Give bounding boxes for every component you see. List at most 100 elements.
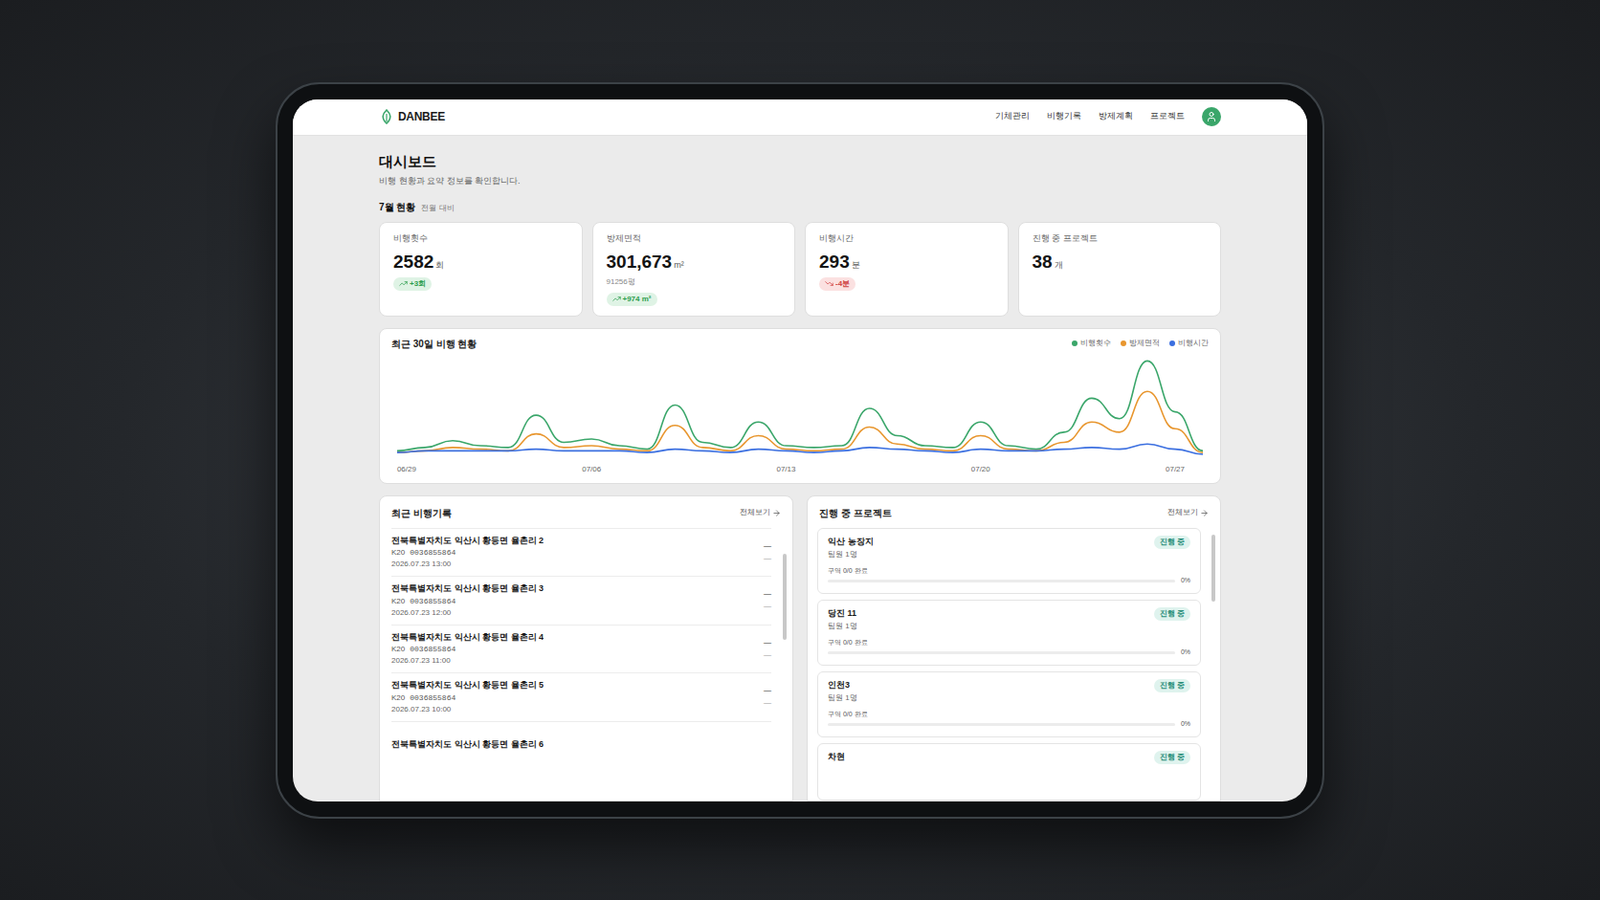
scrollbar-thumb[interactable] [1211,534,1216,602]
x-tick: 07/13 [777,464,797,473]
chart-panel: 최근 30일 비행 현황 비행횟수 방제면적 비행시간 06/29 07/06 07/13 0… [378,328,1222,485]
chart-title: 최근 30일 비행 현황 [391,336,477,352]
stat-value: 2582 [393,252,434,271]
avatar[interactable] [1201,107,1222,127]
x-tick: 07/20 [971,464,991,473]
stat-unit: m² [673,259,685,273]
project-percent: 0% [1180,576,1191,587]
record-place: 전북특별자치도 익산시 황등면 율촌리 2 [391,534,544,549]
record-device: K200036855864 [391,644,544,656]
project-card[interactable]: 차현 진행 중 [817,743,1201,801]
stat-label: 비행횟수 [393,232,569,246]
chart-line [397,360,1203,451]
project-members: 팀원 1명 [827,692,1191,705]
view-all-link[interactable]: 전체보기 [1167,507,1209,519]
legend-dot [1169,340,1176,347]
stat-card: 비행시간293분-4분 [804,222,1009,317]
logo[interactable]: DANBEE [378,108,445,126]
nav-item[interactable]: 프로젝트 [1150,110,1185,124]
record-device: K200036855864 [391,547,544,559]
legend-dot [1071,340,1078,347]
stat-cards: 비행횟수2582회+3회방제면적301,673m²91256평+974 m²비행… [378,222,1222,317]
project-card[interactable]: 당진 11진행 중팀원 1명구역 0/0 완료0% [817,600,1201,667]
trend-up-icon [399,279,408,289]
trend-down-icon [824,279,834,289]
status-badge: 진행 중 [1154,607,1191,622]
x-tick: 07/06 [581,464,601,473]
project-areas: 구역 0/0 완료 [827,710,1191,721]
chart-line [397,444,1203,455]
legend-dot [1120,340,1127,347]
project-members: 팀원 1명 [827,621,1191,633]
project-areas: 구역 0/0 완료 [827,638,1191,649]
record-row[interactable]: 전북특별자치도 익산시 황등면 율촌리 3K2000368558642026.0… [391,576,772,625]
project-name: 인천3 [827,679,850,693]
record-mark: — [763,649,772,662]
progress-track [827,579,1176,583]
leaf-icon [378,109,395,125]
legend-item[interactable]: 비행시간 [1169,337,1209,350]
record-row[interactable]: 전북특별자치도 익산시 황등면 율촌리 6 [391,721,772,770]
x-tick: 06/29 [397,464,417,473]
status-badge: 진행 중 [1154,751,1191,765]
nav-item[interactable]: 방제계획 [1098,110,1134,124]
record-row[interactable]: 전북특별자치도 익산시 황등면 율촌리 4K2000368558642026.0… [391,624,772,674]
x-tick: 07/27 [1165,464,1185,473]
stat-value: 301,673 [606,252,673,271]
legend-label: 비행시간 [1177,337,1209,350]
stat-value: 293 [819,252,850,271]
record-place: 전북특별자치도 익산시 황등면 율촌리 3 [391,582,544,597]
stat-label: 방제면적 [606,232,782,246]
project-percent: 0% [1180,719,1191,731]
nav-item[interactable]: 비행기록 [1046,110,1082,124]
stat-unit: 개 [1054,259,1064,273]
legend-item[interactable]: 비행횟수 [1071,337,1112,350]
panel-title: 최근 비행기록 [391,506,452,521]
stat-badge: +974 m² [606,292,658,307]
records-panel: 최근 비행기록전체보기전북특별자치도 익산시 황등면 율촌리 2K2000368… [378,495,794,802]
legend-item[interactable]: 방제면적 [1120,337,1160,350]
stat-label: 비행시간 [819,232,995,246]
record-mark: — [763,600,772,613]
nav-item[interactable]: 기체관리 [995,110,1030,124]
project-card[interactable]: 인천3 진행 중팀원 1명구역 0/0 완료0% [817,671,1201,738]
record-mark: — [763,540,772,553]
panel-title: 진행 중 프로젝트 [819,506,892,521]
stat-value: 38 [1032,252,1053,271]
project-areas: 구역 0/0 완료 [827,566,1191,578]
project-name: 차현 [827,751,845,765]
record-place: 전북특별자치도 익산시 황등면 율촌리 6 [391,738,544,753]
record-mark: — [763,637,772,649]
scrollbar-thumb[interactable] [782,554,787,641]
top-nav: DANBEE 기체관리 비행기록 방제계획 프로젝트 [292,99,1308,136]
project-card[interactable]: 익산 농장지진행 중팀원 1명구역 0/0 완료0% [817,528,1201,595]
record-mark: — [763,588,772,600]
page-subtitle: 비행 현황과 요약 정보를 확인합니다. [378,175,1222,189]
status-badge: 진행 중 [1154,535,1191,550]
record-time: 2026.07.23 10:00 [391,704,544,716]
record-place: 전북특별자치도 익산시 황등면 율촌리 5 [391,679,544,693]
stat-label: 진행 중 프로젝트 [1032,232,1208,246]
view-all-link[interactable]: 전체보기 [739,507,781,519]
project-name: 당진 11 [827,607,857,622]
progress-track [827,723,1176,727]
record-time: 2026.07.23 11:00 [391,655,544,667]
arrow-right-icon [1200,509,1209,518]
record-time: 2026.07.23 12:00 [391,607,544,620]
chart-legend: 비행횟수 방제면적 비행시간 [1071,337,1209,350]
arrow-right-icon [772,509,781,518]
record-place: 전북특별자치도 익산시 황등면 율촌리 4 [391,631,544,645]
record-row[interactable]: 전북특별자치도 익산시 황등면 율촌리 5K2000368558642026.0… [391,672,772,722]
stat-card: 비행횟수2582회+3회 [378,222,583,317]
stat-card: 방제면적301,673m²91256평+974 m² [592,222,797,317]
record-device: K200036855864 [391,692,544,705]
project-name: 익산 농장지 [827,535,874,550]
stat-unit: 회 [435,259,445,273]
tablet-frame: DANBEE기체관리비행기록방제계획프로젝트대시보드비행 현황과 요약 정보를 … [275,82,1325,820]
record-device: K200036855864 [391,596,544,608]
user-icon [1205,111,1218,123]
record-row[interactable]: 전북특별자치도 익산시 황등면 율촌리 2K2000368558642026.0… [391,528,772,578]
status-badge: 진행 중 [1154,679,1191,693]
record-mark: — [763,553,772,565]
chart-line [397,391,1203,453]
